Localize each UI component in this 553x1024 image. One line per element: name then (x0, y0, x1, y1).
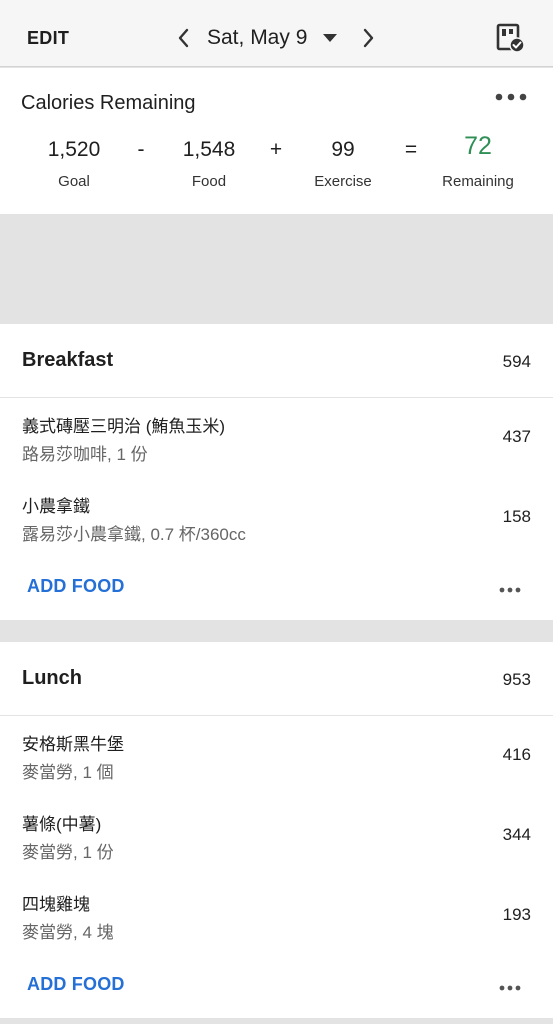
exercise-label: Exercise (314, 173, 372, 190)
exercise-value: 99 (331, 138, 355, 161)
food-label: Food (191, 173, 227, 190)
food-entry[interactable]: 義式磚壓三明治 (鮪魚玉米) 路易莎咖啡, 1 份 437 (0, 398, 553, 478)
add-food-button[interactable]: ADD FOOD (27, 576, 125, 597)
food-entry-name: 安格斯黑牛堡 (22, 735, 124, 754)
food-entry-name: 小農拿鐵 (22, 497, 90, 516)
food-entry-detail: 麥當勞, 1 份 (22, 843, 114, 862)
food-entry[interactable]: 薯條(中薯) 麥當勞, 1 份 344 (0, 796, 553, 876)
date-selector[interactable]: Sat, May 9 (207, 26, 307, 50)
food-entry-detail: 露易莎小農拿鐵, 0.7 杯/360cc (22, 525, 246, 544)
food-entry-calories: 158 (502, 507, 531, 526)
food-entry-detail: 路易莎咖啡, 1 份 (22, 445, 148, 464)
meal-name: Lunch (22, 667, 82, 689)
food-entry-calories: 416 (502, 745, 531, 764)
meal-footer: ADD FOOD (0, 956, 553, 1020)
caret-down-icon[interactable] (320, 30, 340, 46)
more-options-icon[interactable] (494, 90, 528, 102)
meal-header[interactable]: Breakfast 594 (0, 324, 553, 398)
food-entry-calories: 344 (502, 825, 531, 844)
food-entry-detail: 麥當勞, 4 塊 (22, 923, 114, 942)
remaining-value: 72 (464, 132, 492, 160)
calories-remaining-card: Calories Remaining 1,520 Goal - 1,548 Fo… (0, 68, 553, 214)
food-entry[interactable]: 安格斯黑牛堡 麥當勞, 1 個 416 (0, 716, 553, 796)
meal-section-lunch: Lunch 953 安格斯黑牛堡 麥當勞, 1 個 416 薯條(中薯) 麥當勞… (0, 642, 553, 1018)
food-entry-name: 義式磚壓三明治 (鮪魚玉米) (22, 417, 226, 436)
meal-header[interactable]: Lunch 953 (0, 642, 553, 716)
meal-footer: ADD FOOD (0, 558, 553, 622)
minus-operator: - (137, 138, 145, 161)
meal-total-calories: 953 (502, 670, 531, 689)
chevron-right-icon[interactable] (357, 24, 379, 52)
remaining-label: Remaining (442, 173, 514, 190)
ad-placeholder (0, 214, 553, 324)
more-options-icon[interactable] (498, 582, 522, 593)
food-entry-name: 四塊雞塊 (22, 895, 90, 914)
calendar-check-icon[interactable] (494, 22, 526, 54)
edit-button[interactable]: EDIT (27, 28, 69, 49)
food-entry[interactable]: 四塊雞塊 麥當勞, 4 塊 193 (0, 876, 553, 956)
food-entry[interactable]: 小農拿鐵 露易莎小農拿鐵, 0.7 杯/360cc 158 (0, 478, 553, 558)
top-bar: EDIT Sat, May 9 (0, 0, 553, 67)
meal-total-calories: 594 (502, 352, 531, 371)
food-value: 1,548 (182, 138, 236, 161)
add-food-button[interactable]: ADD FOOD (27, 974, 125, 995)
chevron-left-icon[interactable] (173, 24, 195, 52)
equals-operator: = (404, 138, 418, 161)
food-entry-calories: 193 (502, 905, 531, 924)
goal-label: Goal (58, 173, 90, 190)
meal-name: Breakfast (22, 349, 114, 371)
plus-operator: + (269, 138, 283, 161)
food-entry-calories: 437 (502, 427, 531, 446)
food-entry-name: 薯條(中薯) (22, 815, 102, 834)
meal-section-breakfast: Breakfast 594 義式磚壓三明治 (鮪魚玉米) 路易莎咖啡, 1 份 … (0, 324, 553, 620)
goal-value: 1,520 (47, 138, 101, 161)
more-options-icon[interactable] (498, 980, 522, 991)
calories-remaining-title: Calories Remaining (21, 92, 196, 114)
food-entry-detail: 麥當勞, 1 個 (22, 763, 114, 782)
